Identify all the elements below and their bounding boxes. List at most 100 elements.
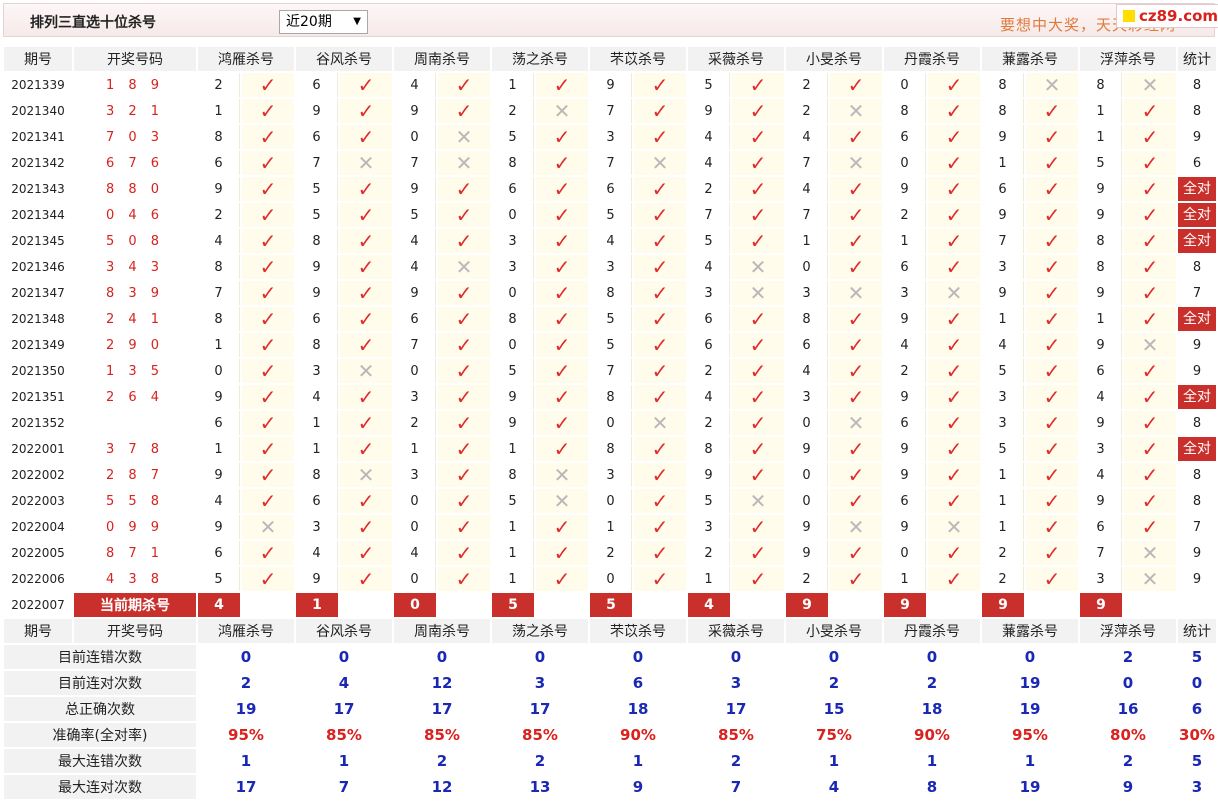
check-icon: ✓: [651, 203, 669, 227]
summary-value: 2: [786, 671, 882, 695]
all-correct-badge: 全对: [1178, 385, 1216, 409]
summary-value: 85%: [492, 723, 588, 747]
cross-icon: ✕: [651, 411, 669, 435]
check-icon: ✓: [259, 359, 277, 383]
check-icon: ✓: [945, 463, 963, 487]
check-icon: ✓: [1043, 333, 1061, 357]
kill-number-cell: 8: [786, 307, 828, 331]
check-icon: ✓: [749, 515, 767, 539]
kill-number-cell: 0: [394, 567, 436, 591]
open-number-cell: 1 3 5: [74, 359, 196, 383]
result-cell: ✓: [928, 203, 980, 227]
current-kill-label: 当前期杀号: [74, 593, 196, 617]
result-cell: ✓: [536, 385, 588, 409]
period-cell: 2021345: [4, 229, 72, 253]
result-cell: ✓: [634, 281, 686, 305]
cross-icon: ✕: [455, 255, 473, 279]
summary-value: 12: [394, 775, 490, 799]
kill-number-cell: 4: [786, 359, 828, 383]
period-range-select[interactable]: 近20期 ▼: [279, 10, 368, 34]
kill-number-cell: 8: [296, 333, 338, 357]
kill-number-cell: 4: [688, 255, 730, 279]
result-cell: ✓: [830, 125, 882, 149]
kill-number-cell: 6: [1080, 515, 1122, 539]
check-icon: ✓: [259, 73, 277, 97]
kill-number-cell: 8: [1080, 255, 1122, 279]
result-cell: ✓: [1026, 281, 1078, 305]
kill-number-cell: 5: [296, 203, 338, 227]
result-cell: ✓: [536, 151, 588, 175]
stat-value: 7: [1192, 285, 1202, 301]
current-kill-number: 0: [394, 593, 436, 617]
result-cell: ✓: [732, 463, 784, 487]
kill-number-cell: 4: [296, 385, 338, 409]
result-cell: ✓: [242, 411, 294, 435]
table-row: 2021352 6 ✓ 1 ✓ 2 ✓ 9 ✓ 0 ✕ 2 ✓ 0 ✕ 6 ✓ 3 ✓ 9 ✓ 8: [4, 411, 1216, 435]
kill-number-cell: 2: [394, 411, 436, 435]
kill-number-cell: 5: [982, 437, 1024, 461]
check-icon: ✓: [259, 281, 277, 305]
result-cell: ✓: [928, 99, 980, 123]
check-icon: ✓: [651, 359, 669, 383]
kill-number-cell: 4: [688, 125, 730, 149]
table-row: 2022005 8 7 1 6 ✓ 4 ✓ 4 ✓ 1 ✓ 2 ✓ 2 ✓ 9 ✓ 0 ✓ 2 ✓ 7 ✕ 9: [4, 541, 1216, 565]
check-icon: ✓: [651, 333, 669, 357]
check-icon: ✓: [259, 177, 277, 201]
result-cell: ✓: [634, 333, 686, 357]
result-cell: ✓: [536, 411, 588, 435]
kill-number-cell: 9: [884, 307, 926, 331]
stat-cell: 8: [1178, 489, 1216, 513]
result-cell: ✓: [438, 463, 490, 487]
result-cell: ✓: [242, 151, 294, 175]
result-cell: ✓: [1124, 359, 1176, 383]
result-cell: ✓: [634, 307, 686, 331]
check-icon: ✓: [847, 73, 865, 97]
result-cell: ✓: [340, 203, 392, 227]
kill-number-cell: 1: [492, 515, 534, 539]
period-cell: 2022003: [4, 489, 72, 513]
logo-square-icon: [1123, 10, 1135, 22]
result-cell: ✓: [732, 307, 784, 331]
result-cell: ✓: [732, 177, 784, 201]
check-icon: ✓: [945, 411, 963, 435]
kill-number-cell: 1: [982, 489, 1024, 513]
check-icon: ✓: [945, 99, 963, 123]
cross-icon: ✕: [357, 359, 375, 383]
check-icon: ✓: [749, 463, 767, 487]
open-number-cell: 2 4 1: [74, 307, 196, 331]
summary-value: 18: [590, 697, 686, 721]
check-icon: ✓: [357, 515, 375, 539]
summary-value: 17: [394, 697, 490, 721]
check-icon: ✓: [749, 567, 767, 591]
result-cell: ✕: [1124, 73, 1176, 97]
header-cell: 采薇杀号: [688, 47, 784, 71]
kill-number-cell: 4: [688, 385, 730, 409]
header-cell: 蒹露杀号: [982, 619, 1078, 643]
check-icon: ✓: [1043, 99, 1061, 123]
table-row: 2021344 0 4 6 2 ✓ 5 ✓ 5 ✓ 0 ✓ 5 ✓ 7 ✓ 7 ✓ 2 ✓ 9 ✓ 9 ✓ 全对: [4, 203, 1216, 227]
check-icon: ✓: [945, 177, 963, 201]
result-cell: ✓: [732, 541, 784, 565]
header-cell: 蒹露杀号: [982, 47, 1078, 71]
check-icon: ✓: [553, 411, 571, 435]
cross-icon: ✕: [1141, 567, 1159, 591]
kill-number-cell: 8: [492, 151, 534, 175]
result-cell: ✓: [438, 567, 490, 591]
result-cell: ✓: [536, 515, 588, 539]
kill-number-cell: 1: [884, 229, 926, 253]
stat-cell: 6: [1178, 151, 1216, 175]
site-logo[interactable]: cz89.com: [1116, 4, 1218, 28]
kill-number-cell: 6: [884, 411, 926, 435]
cross-icon: ✕: [945, 281, 963, 305]
check-icon: ✓: [651, 385, 669, 409]
period-cell: 2021341: [4, 125, 72, 149]
current-kill-number: 9: [884, 593, 926, 617]
kill-number-cell: 4: [590, 229, 632, 253]
result-cell: ✓: [732, 437, 784, 461]
empty-cell: [536, 593, 588, 617]
result-cell: ✓: [242, 567, 294, 591]
kill-number-cell: 3: [982, 411, 1024, 435]
check-icon: ✓: [357, 73, 375, 97]
header-cell: 芣苡杀号: [590, 619, 686, 643]
result-cell: ✓: [536, 229, 588, 253]
